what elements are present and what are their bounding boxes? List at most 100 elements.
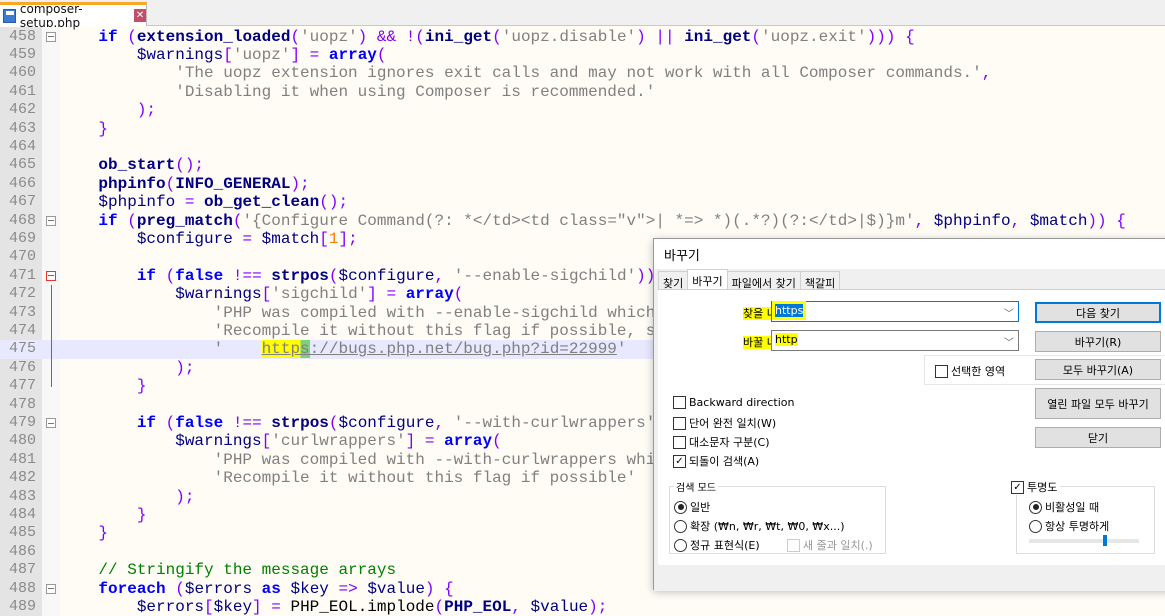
code-text: ob_start();: [60, 156, 204, 174]
code-line[interactable]: 467 $phpinfo = ob_get_clean();: [0, 193, 1165, 211]
code-line[interactable]: 461 'Disabling it when using Composer is…: [0, 83, 1165, 101]
code-line[interactable]: 464: [0, 138, 1165, 156]
code-token: (: [376, 46, 387, 64]
code-line[interactable]: 460 'The uopz extension ignores exit cal…: [0, 64, 1165, 82]
code-token: (: [453, 285, 464, 304]
code-text: }: [60, 506, 147, 524]
fold-toggle-icon[interactable]: [46, 418, 56, 428]
code-line[interactable]: 465 ob_start();: [0, 156, 1165, 174]
replace-button[interactable]: 바꾸기(R): [1035, 331, 1161, 352]
code-line[interactable]: 466 phpinfo(INFO_GENERAL);: [0, 175, 1165, 193]
code-token: 'Recompile it without this flag if possi…: [213, 469, 637, 488]
code-line[interactable]: 459 $warnings['uopz'] = array(: [0, 46, 1165, 64]
dot-matches-newline-checkbox[interactable]: 새 줄과 일치(.): [787, 537, 873, 553]
on-lose-focus-radio[interactable]: 비활성일 때: [1029, 499, 1099, 515]
fold-toggle-icon[interactable]: [46, 583, 56, 594]
replace-all-open-files-button[interactable]: 열린 파일 모두 바꾸기: [1035, 388, 1161, 419]
line-number: 470: [8, 248, 36, 266]
code-token: $value: [367, 579, 425, 598]
mode-regex-radio[interactable]: 정규 표현식(E): [674, 537, 760, 553]
fold-toggle-icon[interactable]: [46, 215, 56, 226]
close-icon[interactable]: ✕: [134, 9, 147, 22]
code-token: foreach: [98, 579, 166, 598]
code-token: (: [328, 414, 339, 432]
code-token: 'sigchild': [271, 285, 368, 304]
code-token: $errors: [184, 579, 253, 598]
whole-word-checkbox[interactable]: 단어 완전 일치(W): [673, 415, 776, 431]
replace-input[interactable]: http ﹀: [771, 330, 1019, 351]
backward-direction-checkbox[interactable]: Backward direction: [673, 396, 794, 409]
chevron-down-icon[interactable]: ﹀: [1004, 305, 1014, 320]
code-token: ,: [434, 414, 445, 432]
code-token: ,: [981, 64, 992, 83]
code-text: $warnings['curlwrappers'] = array(: [60, 432, 502, 450]
tab-bookmark[interactable]: 책갈피: [799, 271, 841, 290]
code-token: ,: [1010, 211, 1021, 230]
find-input[interactable]: https ﹀: [771, 301, 1019, 322]
code-token: =: [184, 193, 195, 212]
line-number: 466: [8, 174, 36, 192]
code-token: ||: [655, 27, 675, 46]
line-number: 478: [8, 395, 36, 413]
chevron-down-icon[interactable]: ﹀: [1004, 334, 1014, 349]
fold-toggle-icon[interactable]: [46, 31, 56, 42]
code-token: }: [136, 377, 147, 396]
code-token: &&: [376, 27, 397, 46]
always-radio[interactable]: 항상 투명하게: [1029, 518, 1109, 534]
code-line[interactable]: 463 }: [0, 120, 1165, 138]
file-tab[interactable]: composer-setup.php ✕: [0, 2, 147, 30]
code-token: ]: [290, 46, 301, 64]
mode-extended-radio[interactable]: 확장 (₩n, ₩r, ₩t, ₩0, ₩x...): [674, 518, 844, 534]
slider-thumb[interactable]: [1103, 535, 1108, 546]
tab-find[interactable]: 찾기: [658, 271, 689, 290]
code-line[interactable]: 462 );: [0, 101, 1165, 119]
code-token: $warnings: [175, 285, 262, 304]
code-text: 'Recompile it without this flag if possi…: [60, 322, 656, 340]
file-tab-label: composer-setup.php: [19, 1, 83, 30]
fold-toggle-icon[interactable]: [46, 270, 56, 281]
match-case-checkbox[interactable]: 대소문자 구분(C): [673, 434, 769, 450]
close-button[interactable]: 닫기: [1035, 427, 1161, 448]
code-token: (: [290, 27, 301, 46]
in-selection-checkbox[interactable]: 선택한 영역: [935, 363, 1005, 379]
code-text: if (false !== strpos($configure, '--enab…: [60, 267, 675, 285]
code-token: ': [213, 340, 262, 359]
code-line[interactable]: 468 if (preg_match('{Configure Command(?…: [0, 212, 1165, 230]
transparency-slider[interactable]: [1029, 535, 1139, 546]
code-token: $key: [213, 598, 253, 616]
replace-all-button[interactable]: 모두 바꾸기(A): [1035, 359, 1161, 380]
code-token: strpos: [271, 266, 329, 285]
code-text: if (preg_match('{Configure Command(?: *<…: [60, 211, 1125, 230]
transparency-checkbox[interactable]: ✓ 투명도: [1011, 479, 1061, 495]
code-text: phpinfo(INFO_GENERAL);: [60, 175, 309, 193]
tab-replace[interactable]: 바꾸기: [687, 269, 728, 290]
line-number: 460: [8, 64, 36, 82]
line-number: 472: [8, 285, 36, 303]
search-mode-group: 검색 모드 일반 확장 (₩n, ₩r, ₩t, ₩0, ₩x...) 정규 표…: [669, 479, 886, 554]
wrap-around-checkbox[interactable]: ✓ 되돌이 검색(A): [673, 453, 759, 469]
line-number: 486: [8, 542, 36, 560]
line-number: 459: [8, 46, 36, 63]
code-token: 'The uopz extension ignores exit calls a…: [175, 64, 982, 83]
code-text: $errors[$key] = PHP_EOL.implode(PHP_EOL,…: [60, 598, 608, 616]
code-text: $configure = $match[1];: [60, 230, 358, 248]
mode-normal-radio[interactable]: 일반: [674, 499, 710, 515]
code-token: $warnings: [136, 46, 224, 64]
tab-find-in-files[interactable]: 파일에서 찾기: [726, 271, 801, 290]
code-line[interactable]: 489 $errors[$key] = PHP_EOL.implode(PHP_…: [0, 598, 1165, 616]
code-line[interactable]: 458 if (extension_loaded('uopz') && !(in…: [0, 28, 1165, 46]
find-next-button[interactable]: 다음 찾기: [1035, 302, 1161, 323]
checkbox[interactable]: [935, 364, 948, 378]
